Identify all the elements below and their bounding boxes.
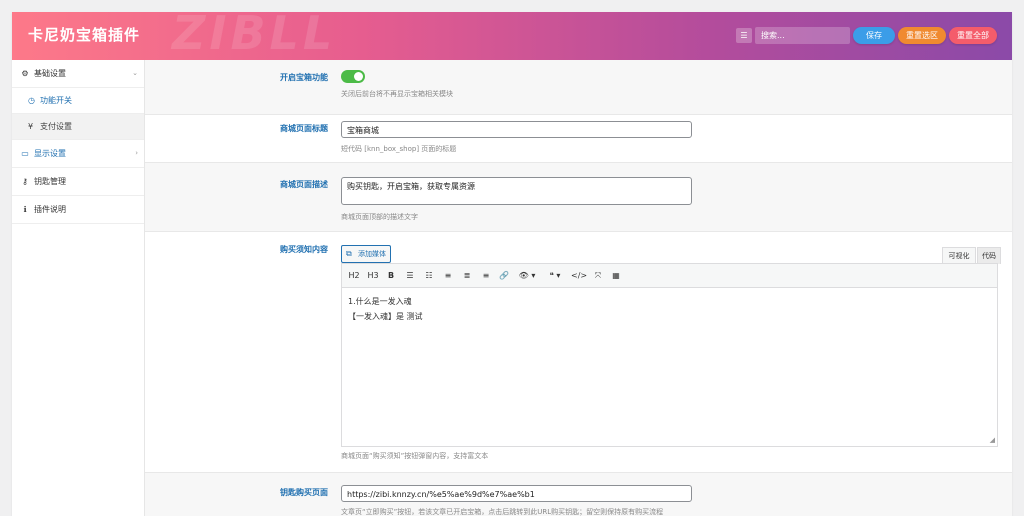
bold-button[interactable]: B [386,264,396,287]
editor-body[interactable]: 1.什么是一发入魂 【一发入魂】是 测试 [342,288,997,330]
add-media-button[interactable]: ⧉ 添加媒体 [341,245,391,263]
search-input[interactable] [755,27,850,44]
sidebar: ⚙ 基础设置 ⌄ ◷ 功能开关 ¥ 支付设置 ▭ 显示设置 › ⚷ 钥匙管理 ℹ… [12,60,145,516]
save-button[interactable]: 保存 [853,27,895,44]
menu-toggle-icon[interactable]: ☰ [736,28,752,43]
field-desc: 短代码 [knn_box_shop] 页面的标题 [341,145,457,153]
h3-button[interactable]: H3 [366,264,380,287]
info-icon: ℹ [23,205,27,214]
field-desc: 关闭后前台将不再显示宝箱相关模块 [341,90,453,98]
bullet-list-icon[interactable]: ☰ [404,264,416,287]
align-left-icon[interactable]: ≡ [442,264,454,287]
key-url-input[interactable]: https://zibi.knnzy.cn/%e5%ae%9d%e7%ae%b1 [341,485,692,502]
h2-button[interactable]: H2 [347,264,361,287]
sidebar-item-key-management[interactable]: ⚷ 钥匙管理 [12,168,144,196]
monitor-icon: ▭ [21,149,29,158]
field-row-notice: 购买须知内容 ⧉ 添加媒体 可视化 代码 H2 H3 B ☰ ☷ ≡ ≣ ≡ 🔗 [145,232,1012,473]
sidebar-item-label: 基础设置 [34,69,66,78]
sidebar-item-display-settings[interactable]: ▭ 显示设置 › [12,140,144,168]
header-watermark: ZIBLL [172,12,337,60]
editor-line: 1.什么是一发入魂 [348,297,412,306]
quote-dropdown-icon[interactable]: ❝ ▾ [544,264,566,287]
shop-desc-textarea[interactable]: 购买钥匙，开启宝箱，获取专属资源 [341,177,692,205]
settings-panel: ZIBLL 卡尼奶宝箱插件 ☰ 保存 重置选区 重置全部 ⚙ 基础设置 ⌄ ◷ … [12,12,1012,516]
sidebar-item-label: 支付设置 [40,122,72,131]
reset-section-button[interactable]: 重置选区 [898,27,946,44]
field-row-shop-desc: 商城页面描述 购买钥匙，开启宝箱，获取专属资源 商城页面顶部的描述文字 [145,163,1012,232]
add-media-label: 添加媒体 [358,250,386,258]
field-label: 钥匙购买页面 [280,488,328,497]
page-title: 卡尼奶宝箱插件 [28,26,141,44]
field-label: 商城页面标题 [280,124,328,133]
yen-icon: ¥ [28,122,34,131]
sidebar-item-label: 显示设置 [34,149,66,158]
field-label: 开启宝箱功能 [280,73,328,82]
sidebar-item-label: 插件说明 [34,205,66,214]
toggle-knob [354,72,363,81]
align-center-icon[interactable]: ≣ [461,264,473,287]
shop-title-input[interactable]: 宝箱商城 [341,121,692,138]
settings-content: 开启宝箱功能 关闭后前台将不再显示宝箱相关模块 商城页面标题 宝箱商城 短代码 … [145,60,1012,516]
sidebar-item-payment-settings[interactable]: ¥ 支付设置 [12,114,144,140]
field-desc: 文章页“立即购买”按钮，若该文章已开启宝箱，点击后跳转到此URL购买钥匙；留空则… [341,508,664,516]
field-row-toggle: 开启宝箱功能 关闭后前台将不再显示宝箱相关模块 [145,60,1012,115]
sidebar-item-label: 功能开关 [40,96,72,105]
field-desc: 商城页面“购买须知”按钮弹窗内容，支持富文本 [341,452,489,460]
sidebar-item-label: 钥匙管理 [34,177,66,186]
resize-handle-icon[interactable]: ◢ [990,436,995,444]
header-bar: ZIBLL 卡尼奶宝箱插件 ☰ 保存 重置选区 重置全部 [12,12,1012,60]
enable-toggle[interactable] [341,70,365,83]
editor-line: 【一发入魂】是 测试 [348,312,423,321]
sidebar-item-basic-settings[interactable]: ⚙ 基础设置 ⌄ [12,60,144,88]
gear-icon: ⚙ [21,69,29,78]
tab-visual[interactable]: 可视化 [942,247,976,264]
chevron-right-icon: › [135,149,138,157]
clock-icon: ◷ [28,96,35,105]
field-row-key-url: 钥匙购买页面 https://zibi.knnzy.cn/%e5%ae%9d%e… [145,473,1012,516]
tab-code[interactable]: 代码 [977,247,1001,264]
media-icon: ⧉ [346,249,352,258]
numbered-list-icon[interactable]: ☷ [423,264,435,287]
fullscreen-icon[interactable]: ⤧ [592,264,604,287]
code-icon[interactable]: </> [571,264,587,287]
field-desc: 商城页面顶部的描述文字 [341,213,418,221]
field-label: 购买须知内容 [280,245,328,254]
key-icon: ⚷ [22,177,28,186]
sidebar-item-plugin-info[interactable]: ℹ 插件说明 [12,196,144,224]
link-icon[interactable]: 🔗 [498,264,510,287]
table-icon[interactable]: ▦ [610,264,622,287]
field-label: 商城页面描述 [280,180,328,189]
align-right-icon[interactable]: ≡ [480,264,492,287]
eye-dropdown-icon[interactable]: 👁 ▾ [515,264,539,287]
sidebar-item-feature-switch[interactable]: ◷ 功能开关 [12,88,144,114]
rich-text-editor[interactable]: H2 H3 B ☰ ☷ ≡ ≣ ≡ 🔗 👁 ▾ ❝ ▾ </> ⤧ ▦ 1.什么 [341,263,998,447]
editor-toolbar: H2 H3 B ☰ ☷ ≡ ≣ ≡ 🔗 👁 ▾ ❝ ▾ </> ⤧ ▦ [342,264,997,288]
field-row-shop-title: 商城页面标题 宝箱商城 短代码 [knn_box_shop] 页面的标题 [145,115,1012,163]
reset-all-button[interactable]: 重置全部 [949,27,997,44]
chevron-down-icon: ⌄ [132,69,138,77]
